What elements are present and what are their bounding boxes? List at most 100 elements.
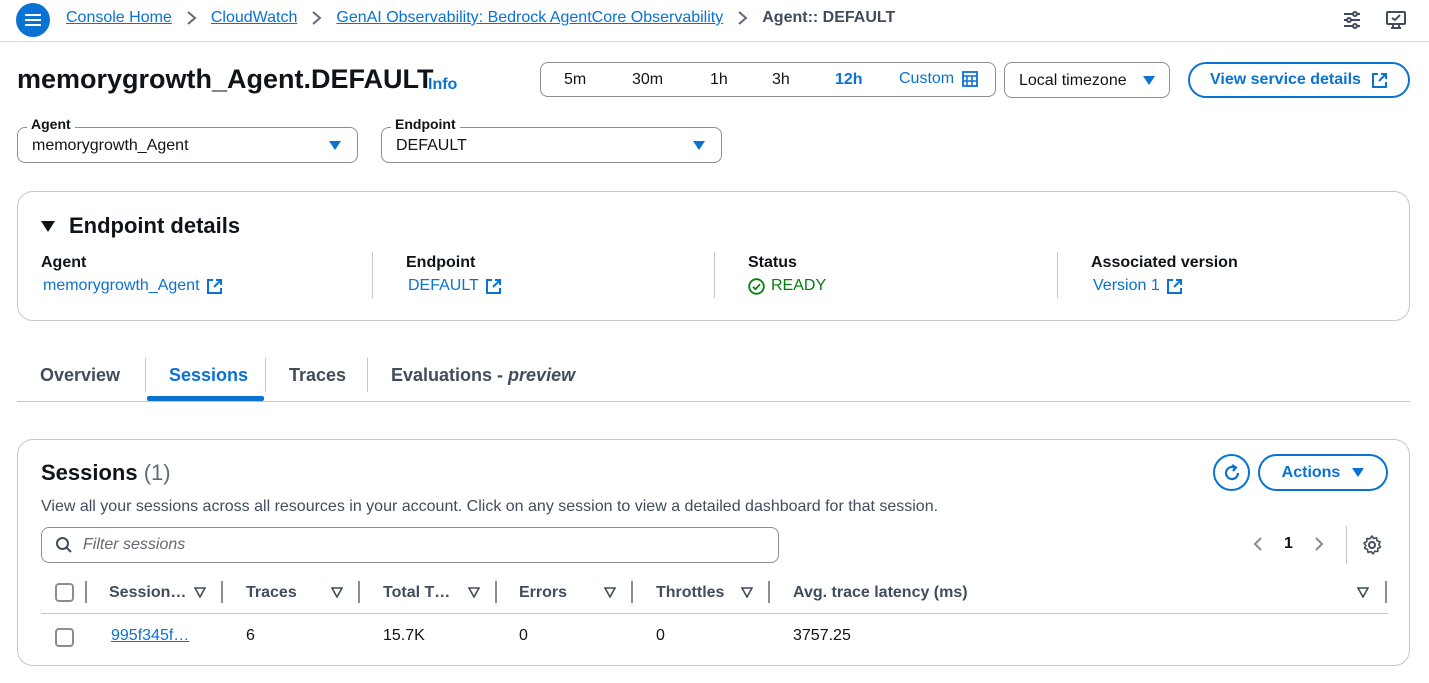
sort-icon[interactable] [331, 587, 343, 598]
detail-version: Associated version Version 1 [1091, 254, 1238, 300]
detail-status: Status READY [748, 254, 826, 300]
sort-icon[interactable] [741, 587, 753, 598]
view-service-details-button[interactable]: View service details [1188, 62, 1410, 98]
column-header-errors[interactable]: Errors [519, 584, 567, 602]
detail-version-link[interactable]: Version 1 [1093, 277, 1160, 295]
table-header: Session… Traces Total T… Errors Throttle… [41, 580, 1388, 614]
tab-overview[interactable]: Overview [40, 365, 120, 386]
filter-sessions-field [41, 527, 779, 563]
sessions-card: Sessions (1) View all your sessions acro… [17, 439, 1410, 666]
time-range-12h[interactable]: 12h [835, 71, 863, 89]
column-resizer[interactable] [1385, 581, 1387, 603]
column-resizer[interactable] [358, 581, 360, 603]
time-range-selector: 5m 30m 1h 3h 12h Custom [540, 62, 996, 97]
timezone-select[interactable]: Local timezone [1004, 62, 1170, 98]
time-range-5m[interactable]: 5m [564, 71, 586, 89]
column-header-session[interactable]: Session… [109, 584, 186, 602]
sessions-title: Sessions (1) [41, 460, 171, 486]
caret-down-icon [1143, 76, 1155, 85]
external-link-icon[interactable] [206, 278, 223, 295]
divider [372, 252, 373, 298]
time-range-custom[interactable]: Custom [899, 70, 979, 88]
status-badge: READY [771, 277, 827, 294]
refresh-button[interactable] [1213, 454, 1250, 491]
detail-agent: Agent memorygrowth_Agent [41, 254, 223, 300]
detail-endpoint-link[interactable]: DEFAULT [408, 277, 479, 295]
external-link-icon[interactable] [485, 278, 502, 295]
caret-down-icon [1352, 468, 1365, 477]
sort-icon[interactable] [468, 587, 480, 598]
agent-select[interactable]: memorygrowth_Agent [17, 127, 358, 163]
tab-sessions[interactable]: Sessions [169, 365, 248, 386]
table-row[interactable]: 995f345f… 6 15.7K 0 0 3757.25 [41, 618, 1388, 658]
session-id-link[interactable]: 995f345f… [111, 627, 189, 645]
column-header-total[interactable]: Total T… [383, 584, 450, 602]
chevron-right-icon [186, 11, 197, 25]
endpoint-select[interactable]: DEFAULT [381, 127, 722, 163]
detail-endpoint: Endpoint DEFAULT [406, 254, 502, 300]
breadcrumb-cloudwatch[interactable]: CloudWatch [211, 9, 298, 27]
actions-button[interactable]: Actions [1258, 454, 1388, 491]
settings-sliders-icon[interactable] [1341, 9, 1363, 31]
divider [145, 358, 146, 392]
current-page[interactable]: 1 [1284, 535, 1293, 553]
caret-down-icon [329, 141, 341, 150]
divider [265, 358, 266, 392]
endpoint-details-toggle[interactable]: Endpoint details [41, 213, 240, 239]
divider [1346, 526, 1347, 564]
calendar-icon [962, 71, 979, 87]
endpoint-select-value: DEFAULT [396, 137, 467, 154]
filter-sessions-input[interactable] [83, 536, 733, 554]
custom-label: Custom [899, 70, 955, 87]
sort-icon[interactable] [1357, 587, 1369, 598]
column-header-throttles[interactable]: Throttles [656, 584, 724, 602]
sessions-description: View all your sessions across all resour… [41, 498, 939, 515]
sort-icon[interactable] [194, 587, 206, 598]
tab-evaluations[interactable]: Evaluations - preview [391, 365, 575, 386]
breadcrumb-console-home[interactable]: Console Home [66, 9, 172, 27]
breadcrumb: Console Home CloudWatch GenAI Observabil… [66, 9, 895, 27]
top-navigation-bar: Console Home CloudWatch GenAI Observabil… [0, 0, 1429, 42]
chevron-right-icon[interactable] [1313, 536, 1325, 552]
cell-total: 15.7K [383, 627, 425, 644]
breadcrumb-genai-observability[interactable]: GenAI Observability: Bedrock AgentCore O… [336, 9, 723, 27]
cell-avg-latency: 3757.25 [793, 627, 851, 644]
time-range-3h[interactable]: 3h [772, 71, 790, 89]
row-checkbox[interactable] [55, 628, 74, 647]
caret-down-icon [693, 141, 705, 150]
select-all-checkbox[interactable] [55, 583, 74, 602]
detail-status-label: Status [748, 254, 797, 271]
pagination: 1 [1252, 535, 1325, 553]
hamburger-menu-icon[interactable] [16, 3, 50, 37]
divider [1057, 252, 1058, 298]
time-range-30m[interactable]: 30m [632, 71, 663, 89]
sort-icon[interactable] [604, 587, 616, 598]
external-link-icon [1371, 72, 1387, 88]
agent-select-value: memorygrowth_Agent [32, 137, 189, 154]
divider [714, 252, 715, 298]
column-header-avg-latency[interactable]: Avg. trace latency (ms) [793, 584, 968, 602]
page-title: memorygrowth_Agent.DEFAULT [17, 64, 434, 94]
detail-agent-link[interactable]: memorygrowth_Agent [43, 277, 200, 295]
chevron-right-icon [311, 11, 322, 25]
info-link[interactable]: Info [428, 76, 457, 94]
chevron-left-icon[interactable] [1252, 536, 1264, 552]
timezone-value: Local timezone [1019, 72, 1127, 89]
feedback-monitor-icon[interactable] [1385, 9, 1407, 31]
column-resizer[interactable] [221, 581, 223, 603]
gear-icon[interactable] [1361, 534, 1383, 556]
detail-agent-label: Agent [41, 254, 87, 271]
column-header-traces[interactable]: Traces [246, 584, 297, 602]
agent-select-label: Agent [27, 116, 75, 132]
external-link-icon[interactable] [1166, 278, 1183, 295]
time-range-1h[interactable]: 1h [710, 71, 728, 89]
column-resizer[interactable] [495, 581, 497, 603]
detail-endpoint-label: Endpoint [406, 254, 476, 271]
tab-traces[interactable]: Traces [289, 365, 346, 386]
column-resizer[interactable] [85, 581, 87, 603]
endpoint-select-label: Endpoint [391, 116, 460, 132]
column-resizer[interactable] [768, 581, 770, 603]
column-resizer[interactable] [631, 581, 633, 603]
cell-traces: 6 [246, 627, 255, 644]
sessions-title-text: Sessions [41, 460, 138, 485]
